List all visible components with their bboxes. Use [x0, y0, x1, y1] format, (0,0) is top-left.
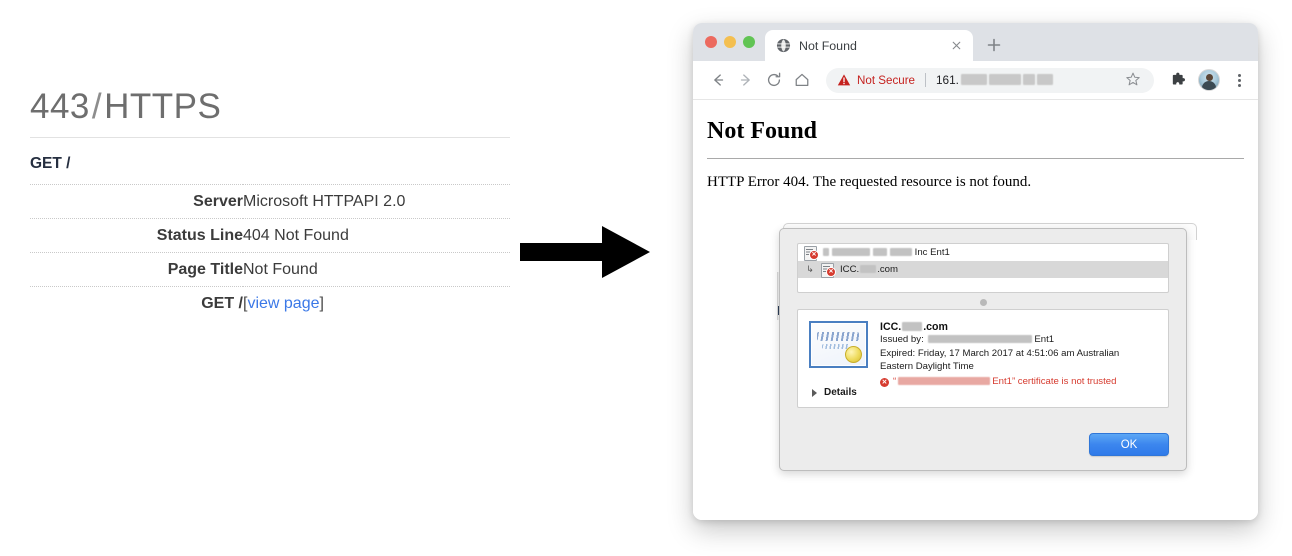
home-icon[interactable]	[789, 67, 815, 93]
tab-title: Not Found	[799, 38, 857, 53]
error-badge: ✕	[826, 267, 836, 277]
close-window-button[interactable]	[705, 36, 717, 48]
table-row: Server Microsoft HTTPAPI 2.0	[30, 183, 510, 218]
row-value: 404 Not Found	[243, 217, 510, 252]
window-controls	[703, 23, 765, 61]
certificate-seal-icon	[809, 321, 868, 368]
request-subtitle: GET /	[30, 154, 71, 172]
url-redaction-block	[988, 74, 1021, 85]
service-report-panel: 443/HTTPS GET / Server Microsoft HTTPAPI…	[30, 87, 510, 320]
row-value: Microsoft HTTPAPI 2.0	[243, 183, 510, 218]
browser-toolbar: Not Secure 161.	[693, 61, 1258, 100]
certificate-untrusted-warning: ✕ “Ent1” certificate is not trusted	[880, 375, 1117, 387]
certificate-chain-list[interactable]: ✕ Inc Ent1 ↳ ✕ ICC. .com	[797, 243, 1169, 293]
browser-window: Not Found Not Secure 161. Not Found HTTP…	[693, 23, 1258, 520]
error-circle-icon: ✕	[880, 377, 889, 387]
certificate-detail-panel: ICC. .com Issued by: Ent1 Expired: Friday…	[797, 309, 1169, 408]
certificate-dialog: ✕ Inc Ent1 ↳ ✕ ICC. .com ICC. .com Issue…	[779, 228, 1187, 471]
address-bar[interactable]: Not Secure 161.	[826, 67, 1154, 93]
details-disclosure-toggle[interactable]: Details	[812, 387, 857, 398]
view-page-link[interactable]: view page	[247, 295, 319, 312]
url-redaction-block	[960, 74, 987, 85]
page-content: Not Found HTTP Error 404. The requested …	[693, 118, 1258, 520]
star-icon[interactable]	[1125, 71, 1143, 89]
certificate-expiry-line-2: Eastern Daylight Time	[880, 361, 974, 373]
page-divider	[707, 158, 1244, 159]
warning-triangle-icon	[837, 73, 851, 87]
tree-branch-icon: ↳	[806, 264, 814, 274]
omnibox-divider	[925, 73, 926, 87]
page-title: 443/HTTPS	[30, 87, 510, 138]
cert-tree-label: ICC. .com	[840, 264, 898, 275]
minimize-window-button[interactable]	[724, 36, 736, 48]
ok-button[interactable]: OK	[1089, 433, 1169, 456]
table-row: GET / [view page]	[30, 285, 510, 320]
security-status-label: Not Secure	[857, 73, 915, 87]
error-badge: ✕	[809, 250, 819, 260]
tab-not-found[interactable]: Not Found	[765, 30, 973, 61]
certificate-issuer: Issued by: Ent1	[880, 334, 1055, 345]
certificate-error-icon: ✕	[821, 263, 836, 278]
port-number: 443	[30, 87, 90, 126]
certificate-common-name: ICC. .com	[880, 321, 948, 333]
certificate-expiry-line-1: Expired: Friday, 17 March 2017 at 4:51:0…	[880, 347, 1120, 359]
cert-tree-label: Inc Ent1	[823, 247, 950, 258]
table-row: Page Title Not Found	[30, 251, 510, 286]
avatar-icon[interactable]	[1198, 69, 1220, 91]
error-body-text: HTTP Error 404. The requested resource i…	[707, 174, 1032, 190]
row-key: Page Title	[30, 251, 243, 286]
url-redaction-block	[1022, 74, 1035, 85]
puzzle-piece-icon[interactable]	[1170, 72, 1187, 89]
list-item[interactable]: ↳ ✕ ICC. .com	[798, 261, 1168, 278]
error-heading: Not Found	[707, 118, 818, 144]
url-text: 161.	[936, 73, 1053, 87]
globe-icon	[776, 38, 791, 53]
kebab-menu-icon[interactable]	[1230, 71, 1248, 89]
url-redaction-block	[1036, 74, 1053, 85]
details-table: Server Microsoft HTTPAPI 2.0 Status Line…	[30, 183, 510, 320]
title-separator: /	[91, 87, 103, 126]
arrow-left-icon[interactable]	[705, 67, 731, 93]
arrow-right-icon	[516, 222, 656, 282]
disclosure-triangle-icon	[812, 388, 817, 397]
maximize-window-button[interactable]	[743, 36, 755, 48]
protocol-name: HTTPS	[104, 87, 222, 126]
row-key: Status Line	[30, 217, 243, 252]
new-tab-button[interactable]	[981, 32, 1007, 58]
row-value: [view page]	[243, 285, 510, 320]
table-row: Status Line 404 Not Found	[30, 217, 510, 252]
arrow-right-icon[interactable]	[733, 67, 759, 93]
bracket-close: ]	[319, 294, 324, 312]
row-key: Server	[30, 183, 243, 218]
certificate-error-icon: ✕	[804, 246, 819, 261]
reload-icon[interactable]	[761, 67, 787, 93]
close-icon[interactable]	[949, 38, 964, 53]
splitter-grip-icon[interactable]	[780, 295, 1186, 309]
list-item[interactable]: ✕ Inc Ent1	[798, 244, 1168, 261]
tab-strip: Not Found	[693, 23, 1258, 61]
row-key: GET /	[30, 285, 243, 320]
details-label: Details	[824, 387, 857, 398]
row-value: Not Found	[243, 251, 510, 286]
screenshot-root: 443/HTTPS GET / Server Microsoft HTTPAPI…	[0, 0, 1292, 556]
